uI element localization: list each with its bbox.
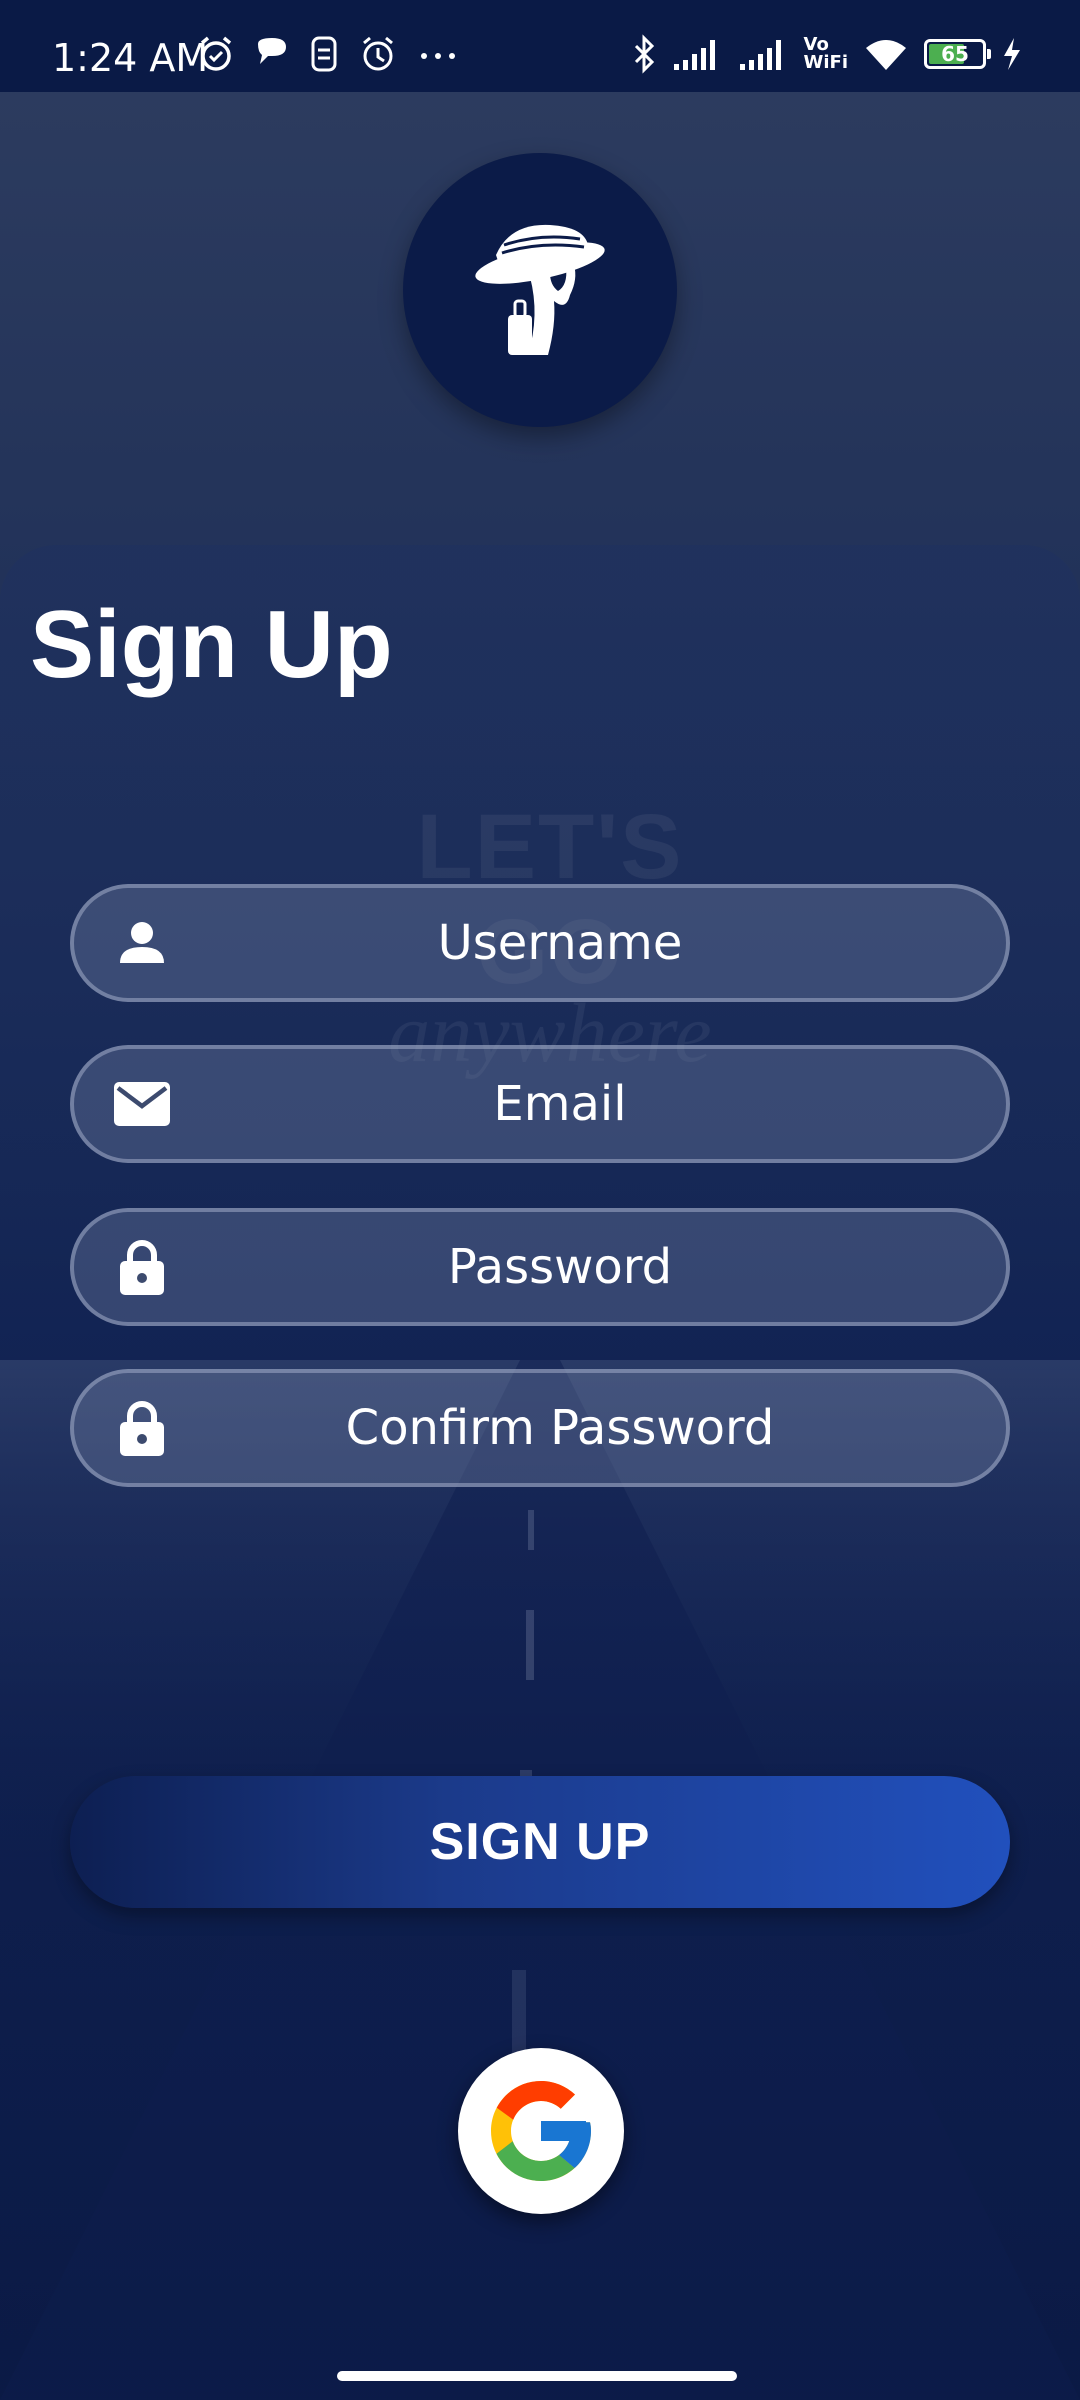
person-icon [110, 911, 174, 975]
alarm-icon [363, 36, 393, 71]
sim-icon [311, 36, 337, 72]
wifi-icon [866, 40, 906, 70]
password-placeholder: Password [447, 1239, 673, 1295]
home-indicator[interactable] [337, 2371, 737, 2381]
signup-button[interactable]: SIGN UP [70, 1776, 1010, 1908]
confirm-password-placeholder: Confirm Password [345, 1400, 775, 1456]
lock-icon [110, 1235, 174, 1299]
charging-icon [1004, 38, 1020, 70]
vowifi-label-bottom: WiFi [803, 52, 849, 73]
signal-icon [673, 40, 715, 70]
alarm-clock-icon [200, 36, 232, 71]
status-bar: 1:24 AM Vo WiFi 65 [0, 0, 1080, 92]
confirm-password-field[interactable]: Confirm Password [70, 1369, 1010, 1487]
google-icon [491, 2081, 591, 2181]
status-system-icons: Vo WiFi 65 [630, 34, 1023, 74]
battery-level: 65 [941, 42, 969, 66]
chat-bubble-icon [258, 38, 286, 64]
signup-button-label: SIGN UP [429, 1813, 651, 1871]
email-field[interactable]: Email [70, 1045, 1010, 1163]
username-placeholder: Username [437, 915, 683, 971]
signal-icon [739, 40, 781, 70]
signup-screen: 1:24 AM Vo WiFi 65 Sign Up Username Emai… [0, 0, 1080, 2400]
app-logo [403, 153, 677, 427]
battery-icon: 65 [924, 39, 991, 69]
traveler-logo-icon [475, 224, 605, 355]
more-dots-icon [421, 53, 455, 59]
lock-icon [110, 1396, 174, 1460]
status-notification-icons [196, 34, 460, 74]
username-field[interactable]: Username [70, 884, 1010, 1002]
status-time: 1:24 AM [52, 36, 209, 80]
google-signin-button[interactable] [458, 2048, 624, 2214]
password-field[interactable]: Password [70, 1208, 1010, 1326]
page-title: Sign Up [30, 591, 393, 698]
vowifi-icon: Vo WiFi [804, 36, 849, 72]
bluetooth-icon [634, 34, 654, 74]
mail-icon [110, 1072, 174, 1136]
email-placeholder: Email [493, 1076, 627, 1132]
